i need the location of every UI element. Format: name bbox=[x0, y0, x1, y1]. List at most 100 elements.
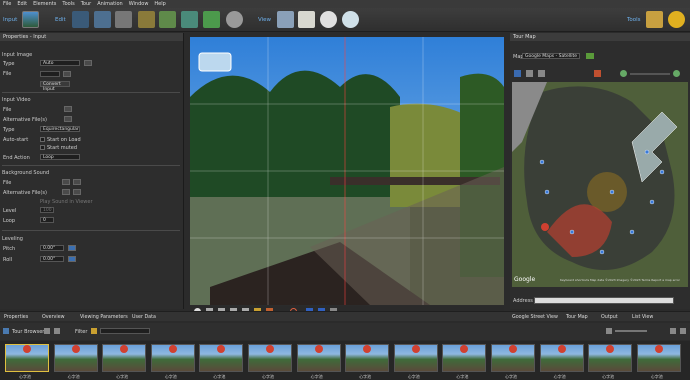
address-input[interactable] bbox=[534, 297, 674, 304]
grid-icon[interactable] bbox=[138, 11, 155, 28]
level-input[interactable]: 100 bbox=[40, 207, 54, 213]
pitch-info-button[interactable] bbox=[68, 245, 76, 251]
add-icon[interactable] bbox=[44, 328, 50, 334]
tab-overview[interactable]: Overview bbox=[42, 313, 65, 321]
projection-icon[interactable] bbox=[94, 11, 111, 28]
film-reel-icon[interactable] bbox=[226, 11, 243, 28]
menu-file[interactable]: File bbox=[3, 1, 11, 7]
properties-title-bar: Properties - Input bbox=[0, 33, 183, 41]
panorama-thumbnail[interactable]: 心字池 bbox=[248, 344, 292, 379]
video-type-select[interactable]: Equirectangular bbox=[40, 126, 80, 132]
clock-icon[interactable] bbox=[320, 11, 337, 28]
map-tool-icon[interactable] bbox=[159, 11, 176, 28]
thumbnail-caption: 心字池 bbox=[553, 374, 566, 379]
menu-window[interactable]: Window bbox=[129, 1, 149, 7]
hotspot-icon[interactable] bbox=[181, 11, 198, 28]
menu-help[interactable]: Help bbox=[154, 1, 165, 7]
start-on-load-checkbox[interactable] bbox=[40, 137, 45, 142]
video-browse-button[interactable] bbox=[64, 106, 72, 112]
panorama-thumbnail[interactable]: 心字池 bbox=[102, 344, 147, 379]
tab-properties[interactable]: Properties bbox=[4, 313, 28, 321]
type-select[interactable]: Auto bbox=[40, 60, 80, 66]
eye-icon[interactable] bbox=[342, 11, 359, 28]
pitch-input[interactable]: 0.00° bbox=[40, 245, 64, 251]
panorama-viewer[interactable] bbox=[190, 37, 504, 305]
zoom-out-icon[interactable] bbox=[620, 70, 627, 77]
menu-tour[interactable]: Tour bbox=[81, 1, 92, 7]
tab-google-street-view[interactable]: Google Street View bbox=[512, 313, 558, 321]
browser-icon bbox=[3, 328, 9, 334]
panorama-icon[interactable] bbox=[22, 11, 39, 28]
tab-output[interactable]: Output bbox=[601, 313, 618, 321]
panorama-thumbnail[interactable]: 心字池 bbox=[393, 344, 438, 379]
loop-input[interactable]: 0 bbox=[40, 217, 54, 223]
panorama-thumbnail[interactable]: 心字池 bbox=[491, 344, 535, 379]
panorama-thumbnail[interactable]: 心字池 bbox=[199, 344, 244, 379]
filter-icon[interactable] bbox=[91, 328, 97, 334]
tab-viewing-parameters[interactable]: Viewing Parameters bbox=[80, 313, 128, 321]
panorama-thumbnail[interactable]: 心字池 bbox=[588, 344, 633, 379]
divider bbox=[2, 230, 180, 231]
panorama-thumbnail[interactable]: 心字池 bbox=[296, 344, 341, 379]
zoom-slider[interactable] bbox=[630, 73, 670, 75]
convert-input-button[interactable]: Convert Input bbox=[40, 81, 70, 92]
tab-properties-label: Properties bbox=[4, 314, 29, 320]
map-pin-icon[interactable] bbox=[594, 70, 601, 77]
file-input[interactable] bbox=[40, 71, 60, 77]
sound-play-button[interactable] bbox=[73, 179, 81, 185]
toolbar-edit-label: Edit bbox=[55, 17, 66, 23]
menu-tools[interactable]: Tools bbox=[62, 1, 74, 7]
binoculars-icon[interactable] bbox=[277, 11, 294, 28]
menu-animation[interactable]: Animation bbox=[97, 1, 123, 7]
panorama-thumbnail[interactable]: 心字池 bbox=[442, 344, 487, 379]
tour-map-title-bar: Tour Map bbox=[510, 33, 690, 41]
panorama-thumbnail[interactable]: 心字池 bbox=[53, 344, 98, 379]
filter-input[interactable] bbox=[100, 328, 150, 334]
panorama-thumbnail[interactable]: 心字池 bbox=[636, 344, 681, 379]
satellite-map[interactable]: Google Keyboard shortcuts Map data ©2023… bbox=[512, 82, 688, 287]
file-browse-button[interactable] bbox=[63, 71, 71, 77]
alt-files-button[interactable] bbox=[64, 116, 72, 122]
tab-output-label: Output bbox=[601, 314, 618, 320]
thumb-size-slider[interactable] bbox=[615, 330, 647, 332]
type-info-button[interactable] bbox=[84, 60, 92, 66]
address-label: Address bbox=[513, 298, 533, 304]
grid-view-icon[interactable] bbox=[670, 328, 676, 334]
sound-browse-button[interactable] bbox=[62, 179, 70, 185]
tab-tour-map[interactable]: Tour Map bbox=[566, 313, 588, 321]
panorama-thumbnail[interactable]: 心字池 bbox=[539, 344, 584, 379]
clipboard-icon[interactable] bbox=[298, 11, 315, 28]
sound-alt-play-button[interactable] bbox=[73, 189, 81, 195]
map-edit-icon[interactable] bbox=[514, 70, 521, 77]
map-pen-icon[interactable] bbox=[526, 70, 533, 77]
start-muted-checkbox[interactable] bbox=[40, 145, 45, 150]
roll-input[interactable]: 0.00° bbox=[40, 256, 64, 262]
menu-edit[interactable]: Edit bbox=[17, 1, 27, 7]
filter-label: Filter bbox=[75, 329, 88, 335]
wizard-icon[interactable] bbox=[646, 11, 663, 28]
zoom-in-icon[interactable] bbox=[673, 70, 680, 77]
hardhat-icon[interactable] bbox=[668, 11, 685, 28]
map-type-select[interactable]: Google Maps - Satellite bbox=[522, 53, 580, 59]
add-marker-icon[interactable] bbox=[586, 53, 594, 59]
tab-userdata-label: User Data bbox=[132, 314, 156, 320]
roll-info-button[interactable] bbox=[68, 256, 76, 262]
panorama-thumbnail[interactable]: 心字池 bbox=[345, 344, 390, 379]
thumb-size-icon[interactable] bbox=[606, 328, 612, 334]
sound-file-label: File bbox=[3, 180, 12, 186]
panorama-thumbnail[interactable]: 心字池 bbox=[5, 344, 49, 379]
panorama-thumbnail[interactable]: 心字池 bbox=[150, 344, 195, 379]
tab-user-data[interactable]: User Data bbox=[132, 313, 156, 321]
sound-alt-button[interactable] bbox=[62, 189, 70, 195]
camera-icon[interactable] bbox=[115, 11, 132, 28]
import-icon[interactable] bbox=[72, 11, 89, 28]
sort-icon[interactable] bbox=[54, 328, 60, 334]
google-maps-icon[interactable] bbox=[203, 11, 220, 28]
menu-elements[interactable]: Elements bbox=[33, 1, 56, 7]
list-view-icon[interactable] bbox=[680, 328, 686, 334]
thumbnail-marker-icon bbox=[411, 345, 420, 353]
thumbnail-marker-icon bbox=[314, 345, 323, 353]
end-action-select[interactable]: Loop bbox=[40, 154, 80, 160]
map-link-icon[interactable] bbox=[538, 70, 545, 77]
tab-list-view[interactable]: List View bbox=[632, 313, 653, 321]
